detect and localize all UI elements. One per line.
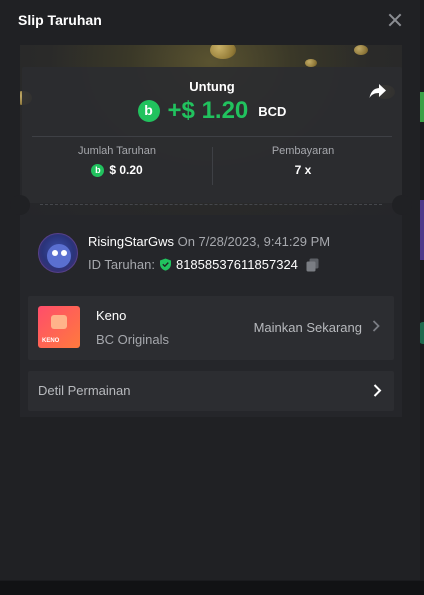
bet-owner-row: RisingStarGws On 7/28/2023, 9:41:29 PM I… [38,233,388,275]
payout-value: 7 x [294,163,312,177]
game-details-label: Detil Permainan [38,383,131,398]
shield-check-icon [159,258,172,271]
decorative-coin [354,45,368,55]
bcd-coin-icon [137,100,160,122]
share-icon[interactable] [368,81,388,101]
chevron-right-icon [373,384,382,402]
modal-header: Slip Taruhan [0,0,420,40]
profit-amount: +$ 1.20 [167,97,249,124]
bet-amount-value-row: $ 0.20 [32,163,202,177]
bet-id-line: ID Taruhan: 81858537611857324 [88,257,319,272]
username[interactable]: RisingStarGws [88,234,174,249]
bet-amount-stat: Jumlah Taruhan $ 0.20 [32,145,202,177]
bet-id-label: ID Taruhan: [88,257,155,272]
ticket-notch-left [10,195,30,215]
bcd-coin-icon [91,163,105,177]
profit-currency: BCD [258,103,287,119]
bet-slip-content: Untung +$ 1.20 BCD Jumlah Taruhan $ 0.20 [10,45,412,417]
avatar-face [47,244,71,268]
profit-card: Untung +$ 1.20 BCD Jumlah Taruhan $ 0.20 [22,67,402,203]
user-line: RisingStarGws On 7/28/2023, 9:41:29 PM [88,234,330,249]
payout-label: Pembayaran [271,145,335,157]
decorative-coin [305,59,317,67]
ticket-notch-right [392,195,412,215]
avatar[interactable] [38,233,78,273]
game-name: Keno [96,308,127,323]
copy-icon[interactable] [306,258,319,272]
profit-label: Untung [189,79,235,94]
background-footer [0,581,424,595]
payout-stat: Pembayaran 7 x [214,145,392,177]
keno-thumbnail-text: KENO [42,338,60,344]
avatar-eye [52,250,58,256]
bet-amount-label: Jumlah Taruhan [77,145,157,157]
keno-logo-icon [51,315,67,329]
chevron-right-icon [372,320,380,335]
modal-title: Slip Taruhan [18,12,102,28]
avatar-eye [61,250,67,256]
play-now-link[interactable]: Mainkan Sekarang [254,320,380,335]
play-now-label: Mainkan Sekarang [253,320,362,335]
game-provider: BC Originals [96,332,169,347]
ticket-divider [40,204,382,205]
close-icon[interactable] [388,13,402,27]
card-divider [32,136,392,137]
bet-date: On 7/28/2023, 9:41:29 PM [177,234,331,249]
game-details-row[interactable]: Detil Permainan [28,371,394,411]
stat-separator [212,147,213,185]
bet-amount-value: $ 0.20 [109,163,143,177]
bet-id-value: 81858537611857324 [175,257,298,272]
bet-slip-modal: Slip Taruhan Untung +$ 1.20 BCD [0,0,420,580]
keno-thumbnail: KENO [38,306,80,348]
game-card[interactable]: KENO Keno BC Originals Mainkan Sekarang [28,296,394,360]
decorative-coin [210,45,236,59]
profit-hero: Untung +$ 1.20 BCD Jumlah Taruhan $ 0.20 [20,45,402,215]
profit-row: +$ 1.20 BCD [22,97,402,125]
